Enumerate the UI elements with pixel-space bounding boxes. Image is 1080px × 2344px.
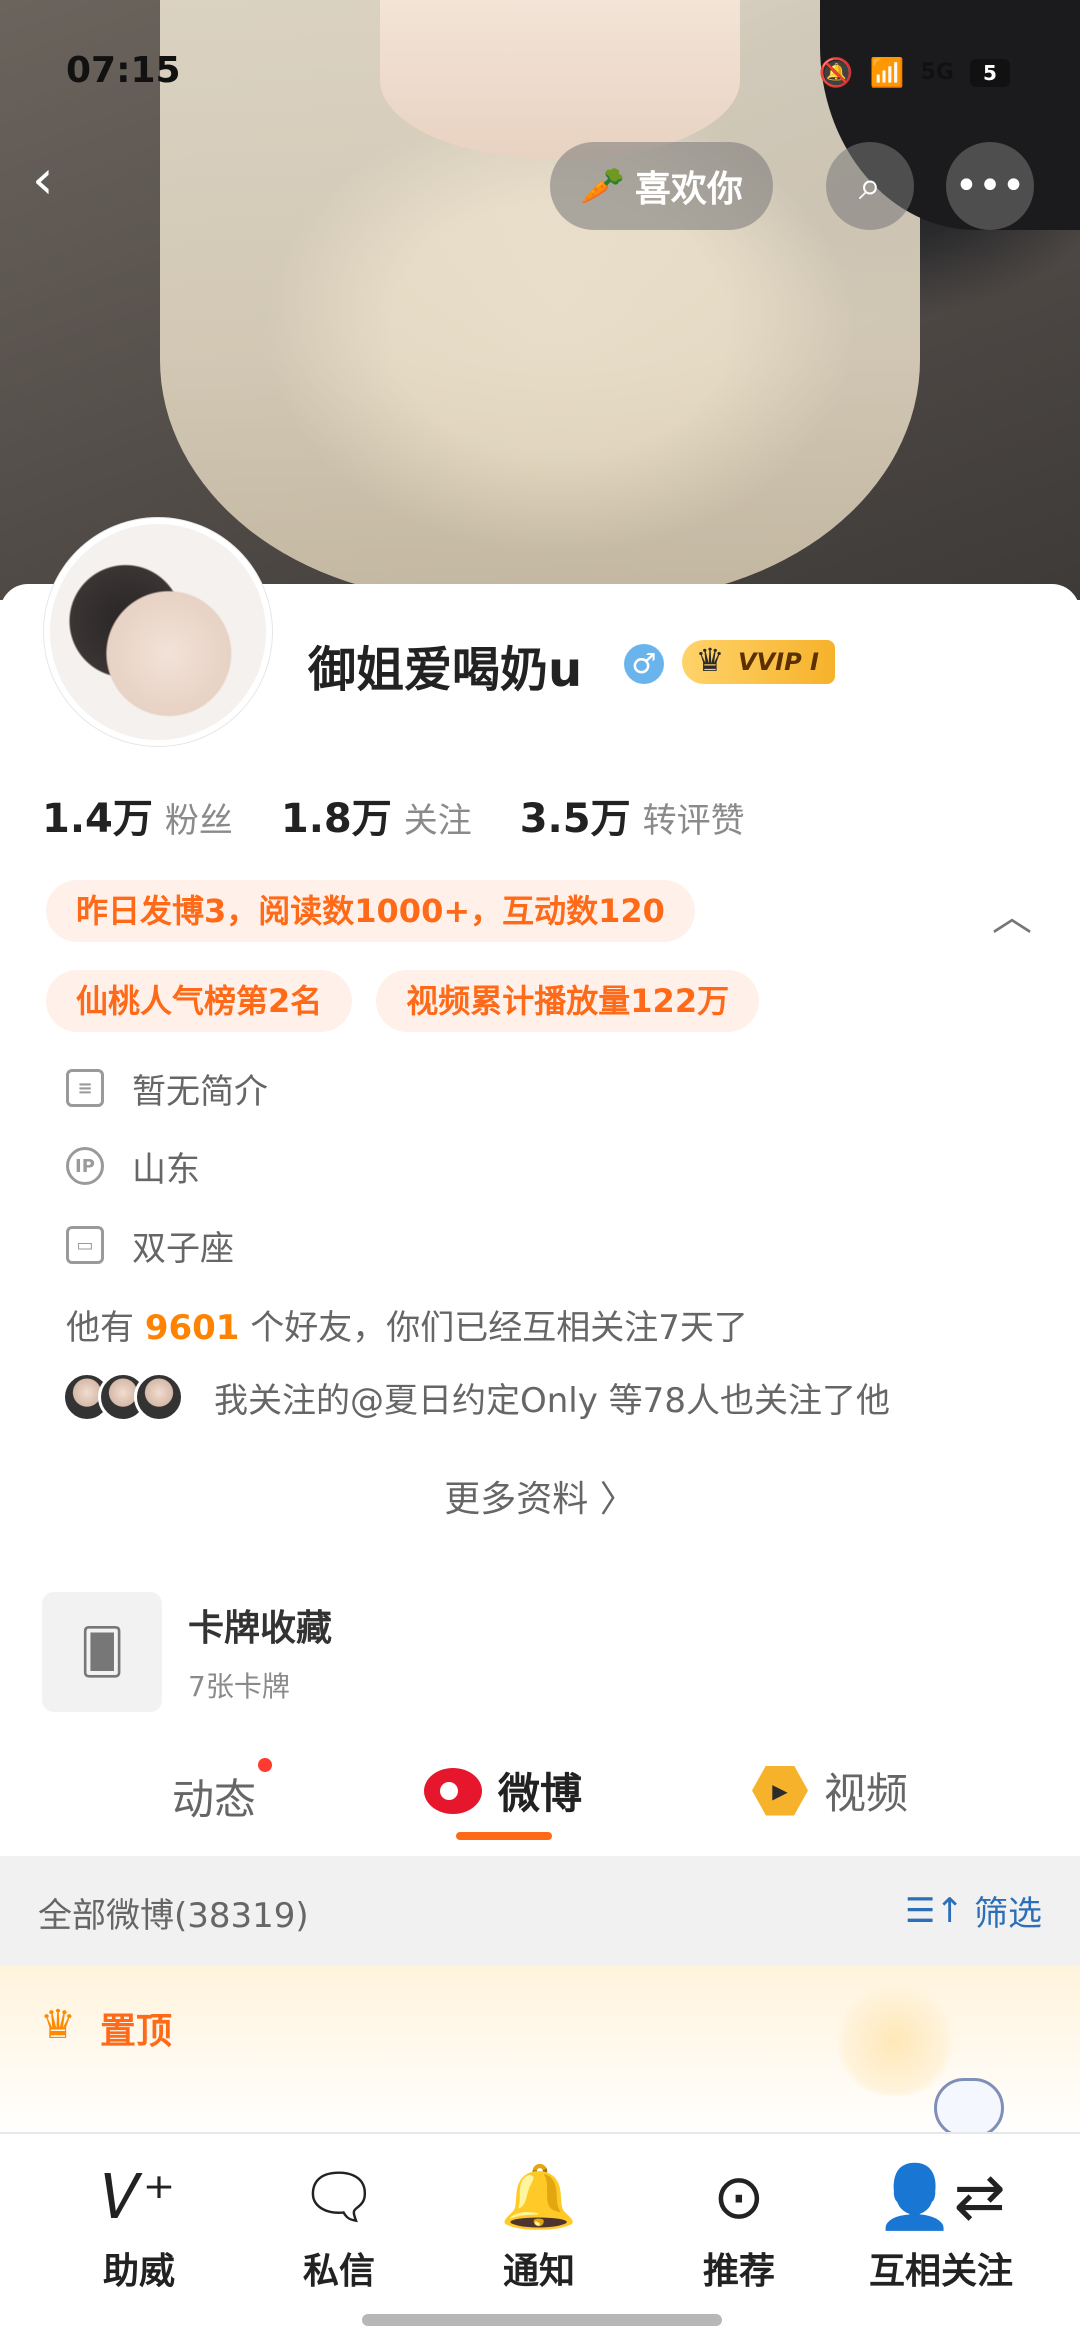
stat-fans[interactable]: 1.4万 粉丝 — [42, 786, 233, 844]
stat-label: 粉丝 — [164, 801, 233, 841]
tab-label: 微博 — [498, 1769, 583, 1818]
bio-text: 暂无简介 — [132, 1071, 268, 1112]
nav-label: 助威 — [102, 2251, 175, 2292]
tab-label: 动态 — [172, 1775, 257, 1824]
more-info-link[interactable]: 更多资料 〉 — [0, 1470, 1080, 1522]
chevron-left-icon: ‹ — [32, 148, 54, 211]
card-collection-icon: 🂠 — [42, 1592, 162, 1712]
mute-icon: 🔕 — [818, 56, 854, 89]
more-icon: ••• — [954, 163, 1026, 209]
carrot-icon: 🥕 — [580, 166, 625, 207]
stat-label: 关注 — [403, 801, 472, 841]
chat-icon: 🗨 — [299, 2160, 379, 2233]
all-weibo-count[interactable]: 全部微博(38319) — [38, 1888, 309, 1937]
tab-dongtai[interactable]: 动态 — [172, 1758, 273, 1827]
stat-label: 转评赞 — [642, 801, 745, 841]
home-indicator[interactable] — [362, 2314, 722, 2326]
nav-notify[interactable]: 🔔 通知 — [454, 2158, 624, 2294]
video-plays-tag[interactable]: 视频累计播放量122万 — [376, 970, 760, 1032]
ranking-tag[interactable]: 仙桃人气榜第2名 — [46, 970, 353, 1032]
crown-icon: ♛ — [695, 641, 725, 679]
friends-prefix: 他有 — [66, 1308, 134, 1348]
status-bar: 07:15 🔕 📶 5G 5 — [66, 50, 1040, 100]
nav-label: 通知 — [502, 2251, 575, 2292]
zodiac-line: ▭ 双子座 — [66, 1220, 234, 1270]
chevron-up-icon[interactable]: ︿ — [992, 884, 1032, 942]
search-icon: ⌕ — [858, 163, 882, 209]
bell-plus-icon: 🔔 — [500, 2160, 578, 2233]
card-collection[interactable]: 🂠 卡牌收藏 7张卡牌 — [42, 1592, 332, 1712]
bottom-nav: 𝑉⁺ 助威 🗨 私信 🔔 通知 ⊙ 推荐 👤⇄ 互相关注 — [0, 2132, 1080, 2344]
v-plus-icon: 𝑉⁺ — [102, 2160, 176, 2233]
profile-tabs: 动态 微博 视频 — [0, 1740, 1080, 1860]
tab-label: 视频 — [824, 1769, 909, 1818]
activity-tag[interactable]: 昨日发博3，阅读数1000+，互动数120 — [46, 880, 695, 942]
stat-interactions[interactable]: 3.5万 转评赞 — [520, 786, 745, 844]
nav-label: 互相关注 — [868, 2251, 1013, 2292]
network-label: 5G — [920, 60, 954, 85]
tab-video[interactable]: 视频 — [752, 1760, 908, 1821]
vip-label: VVIP I — [738, 648, 819, 676]
filter-button[interactable]: ☰↑ 筛选 — [905, 1886, 1042, 1935]
nav-label: 推荐 — [702, 2251, 775, 2292]
pinned-section: ♛ 置顶 — [0, 1966, 1080, 2138]
crown-decoration — [830, 1986, 960, 2096]
like-you-button[interactable]: 🥕 喜欢你 — [550, 142, 773, 230]
document-icon: ≡ — [66, 1069, 104, 1107]
username: 御姐爱喝奶u — [308, 642, 583, 698]
nav-mutual-follow[interactable]: 👤⇄ 互相关注 — [856, 2158, 1026, 2294]
mutual-follow-icon: 👤⇄ — [876, 2160, 1006, 2233]
card-collection-subtitle: 7张卡牌 — [188, 1670, 290, 1703]
like-label: 喜欢你 — [634, 169, 743, 210]
weibo-logo-icon — [424, 1767, 482, 1814]
bio-line: ≡ 暂无简介 — [66, 1063, 268, 1113]
male-icon: ♂ — [624, 644, 664, 684]
vip-badge[interactable]: ♛ VVIP I — [682, 640, 835, 684]
mutual-text: 我关注的@夏日约定Only 等78人也关注了他 — [214, 1380, 890, 1421]
nav-label: 私信 — [302, 2251, 375, 2292]
status-time: 07:15 — [66, 50, 181, 91]
card-collection-title: 卡牌收藏 — [188, 1608, 333, 1649]
friends-line[interactable]: 他有 9601 个好友，你们已经互相关注7天了 — [66, 1300, 748, 1349]
tab-weibo[interactable]: 微博 — [424, 1760, 582, 1821]
ip-text: 山东 — [132, 1149, 200, 1190]
battery-icon: 5 — [970, 58, 1010, 87]
sticker-image — [934, 2078, 1004, 2138]
nav-message[interactable]: 🗨 私信 — [254, 2158, 424, 2294]
mutual-follow-line[interactable]: 我关注的@夏日约定Only 等78人也关注了他 — [62, 1372, 890, 1422]
filter-icon: ☰↑ — [905, 1890, 964, 1931]
stat-following[interactable]: 1.8万 关注 — [281, 786, 472, 844]
wifi-icon: 📶 — [869, 56, 905, 89]
feed-header: 全部微博(38319) ☰↑ 筛选 — [0, 1856, 1080, 1966]
tags-row-1: 昨日发博3，阅读数1000+，互动数120 — [46, 880, 695, 942]
pinned-label: 置顶 — [100, 2011, 173, 2052]
profile-stats: 1.4万 粉丝 1.8万 关注 3.5万 转评赞 — [42, 786, 745, 844]
stat-num: 1.4万 — [42, 796, 153, 842]
friends-count: 9601 — [144, 1308, 240, 1348]
ip-icon: IP — [66, 1147, 104, 1185]
unread-dot — [258, 1758, 273, 1772]
nav-zhuwei[interactable]: 𝑉⁺ 助威 — [54, 2158, 224, 2294]
mini-avatar — [134, 1372, 184, 1422]
mutual-avatars — [62, 1372, 184, 1422]
filter-label: 筛选 — [974, 1894, 1042, 1934]
crown-icon: ♛ — [40, 2002, 76, 2048]
tags-row-2: 仙桃人气榜第2名 视频累计播放量122万 — [46, 970, 760, 1032]
ip-line: IP 山东 — [66, 1141, 200, 1191]
nav-recommend[interactable]: ⊙ 推荐 — [654, 2158, 824, 2294]
friends-suffix: 个好友，你们已经互相关注7天了 — [250, 1308, 748, 1348]
status-icons: 🔕 📶 5G 5 — [819, 56, 1010, 89]
zodiac-text: 双子座 — [132, 1228, 234, 1269]
avatar[interactable] — [44, 518, 272, 746]
video-icon — [752, 1765, 808, 1816]
more-button[interactable]: ••• — [946, 142, 1034, 230]
calendar-icon: ▭ — [66, 1226, 104, 1264]
stat-num: 3.5万 — [519, 796, 631, 842]
chevron-up-circle-icon: ⊙ — [713, 2160, 765, 2233]
active-tab-indicator — [456, 1832, 552, 1840]
stat-num: 1.8万 — [280, 796, 392, 842]
back-button[interactable]: ‹ — [32, 150, 92, 210]
search-button[interactable]: ⌕ — [826, 142, 914, 230]
